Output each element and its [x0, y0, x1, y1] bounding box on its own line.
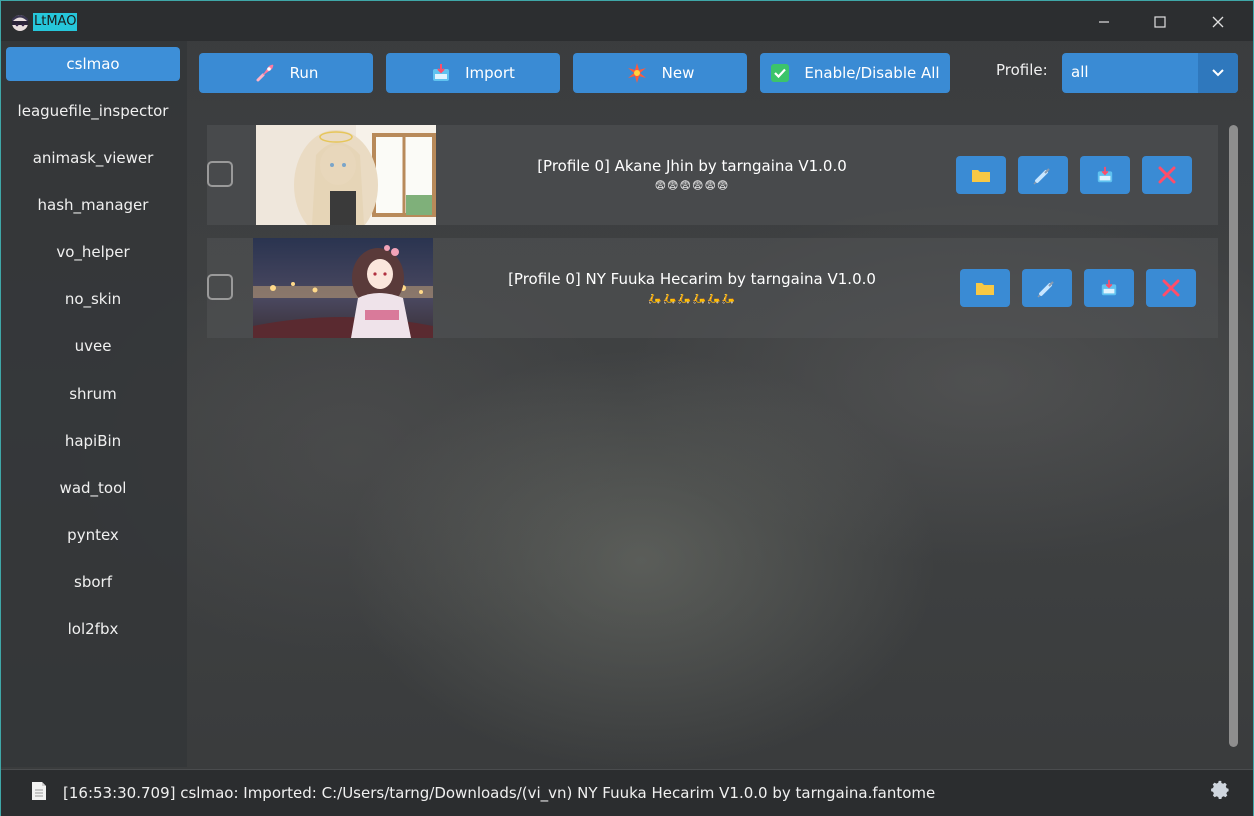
minimize-icon	[1099, 21, 1109, 23]
edit-mod-button[interactable]	[1018, 156, 1068, 194]
syringe-icon	[1037, 281, 1054, 298]
mod-description: 🛵🛵🛵🛵🛵🛵	[647, 292, 737, 305]
maximize-icon	[1154, 16, 1166, 28]
mod-row: [Profile 0] NY Fuuka Hecarim by tarngain…	[207, 238, 1218, 338]
open-folder-button[interactable]	[956, 156, 1006, 194]
app-logo-icon	[12, 15, 28, 31]
gear-icon[interactable]	[1209, 779, 1231, 801]
edit-mod-button[interactable]	[1022, 269, 1072, 307]
sidebar-item-hapibin[interactable]: hapiBin	[6, 424, 180, 458]
import-button[interactable]: Import	[386, 53, 560, 93]
syringe-icon	[1033, 168, 1050, 185]
import-button-label: Import	[465, 64, 515, 82]
check-box-icon	[771, 64, 790, 82]
inbox-tray-icon	[1097, 166, 1113, 183]
new-button[interactable]: New	[573, 53, 747, 93]
sidebar-item-wad-tool[interactable]: wad_tool	[6, 471, 180, 505]
sidebar-item-hash-manager[interactable]: hash_manager	[6, 188, 180, 222]
sidebar-item-animask-viewer[interactable]: animask_viewer	[6, 141, 180, 175]
folder-icon	[976, 283, 994, 295]
mod-name: [Profile 0] NY Fuuka Hecarim by tarngain…	[508, 270, 876, 288]
sidebar-item-sborf[interactable]: sborf	[6, 565, 180, 599]
chevron-down-icon	[1212, 69, 1224, 77]
export-mod-button[interactable]	[1080, 156, 1130, 194]
enable-disable-all-label: Enable/Disable All	[804, 64, 940, 82]
cross-mark-icon	[1158, 166, 1176, 184]
sidebar-item-lol2fbx[interactable]: lol2fbx	[6, 612, 180, 646]
cross-mark-icon	[1162, 279, 1180, 297]
sidebar: cslmao leaguefile_inspector animask_view…	[1, 41, 187, 767]
maximize-button[interactable]	[1137, 7, 1183, 37]
mod-thumbnail	[253, 238, 433, 338]
export-mod-button[interactable]	[1084, 269, 1134, 307]
close-icon	[1212, 16, 1224, 28]
status-message: [16:53:30.709] cslmao: Imported: C:/User…	[63, 784, 936, 802]
run-button-label: Run	[289, 64, 319, 82]
close-window-button[interactable]	[1195, 7, 1241, 37]
mod-list-scrollbar[interactable]	[1229, 125, 1238, 747]
sidebar-item-pyntex[interactable]: pyntex	[6, 518, 180, 552]
sidebar-item-no-skin[interactable]: no_skin	[6, 282, 180, 316]
scrollbar-thumb[interactable]	[1229, 125, 1238, 747]
status-bar: [16:53:30.709] cslmao: Imported: C:/User…	[1, 769, 1253, 816]
mod-description: 😨😨😨😨😨😨	[654, 179, 730, 192]
sidebar-item-cslmao[interactable]: cslmao	[6, 47, 180, 81]
log-document-icon[interactable]	[31, 781, 47, 801]
folder-icon	[972, 170, 990, 182]
sparkle-burst-icon	[627, 63, 646, 83]
mod-enable-checkbox[interactable]	[207, 274, 233, 300]
sidebar-item-uvee[interactable]: uvee	[6, 329, 180, 363]
run-button[interactable]: Run	[199, 53, 373, 93]
title-bar[interactable]: LtMAO	[1, 1, 1253, 41]
profile-dropdown-toggle[interactable]	[1198, 53, 1238, 93]
profile-select-value: all	[1071, 63, 1089, 81]
inbox-tray-icon	[433, 64, 450, 81]
app-title: LtMAO	[33, 13, 78, 31]
sidebar-item-vo-helper[interactable]: vo_helper	[6, 235, 180, 269]
profile-label: Profile:	[996, 61, 1048, 79]
mod-enable-checkbox[interactable]	[207, 161, 233, 187]
mod-row: [Profile 0] Akane Jhin by tarngaina V1.0…	[207, 125, 1218, 225]
delete-mod-button[interactable]	[1146, 269, 1196, 307]
sidebar-item-shrum[interactable]: shrum	[6, 377, 180, 411]
new-button-label: New	[661, 64, 695, 82]
minimize-button[interactable]	[1081, 7, 1127, 37]
delete-mod-button[interactable]	[1142, 156, 1192, 194]
open-folder-button[interactable]	[960, 269, 1010, 307]
inbox-tray-icon	[1101, 279, 1117, 296]
mod-name: [Profile 0] Akane Jhin by tarngaina V1.0…	[537, 157, 847, 175]
profile-select[interactable]: all	[1062, 53, 1238, 93]
rocket-icon	[256, 64, 273, 82]
app-window: LtMAO cslmao leaguefile_inspector animas…	[0, 0, 1254, 816]
sidebar-item-leaguefile-inspector[interactable]: leaguefile_inspector	[6, 94, 180, 128]
enable-disable-all-button[interactable]: Enable/Disable All	[760, 53, 950, 93]
mod-thumbnail	[256, 125, 436, 225]
